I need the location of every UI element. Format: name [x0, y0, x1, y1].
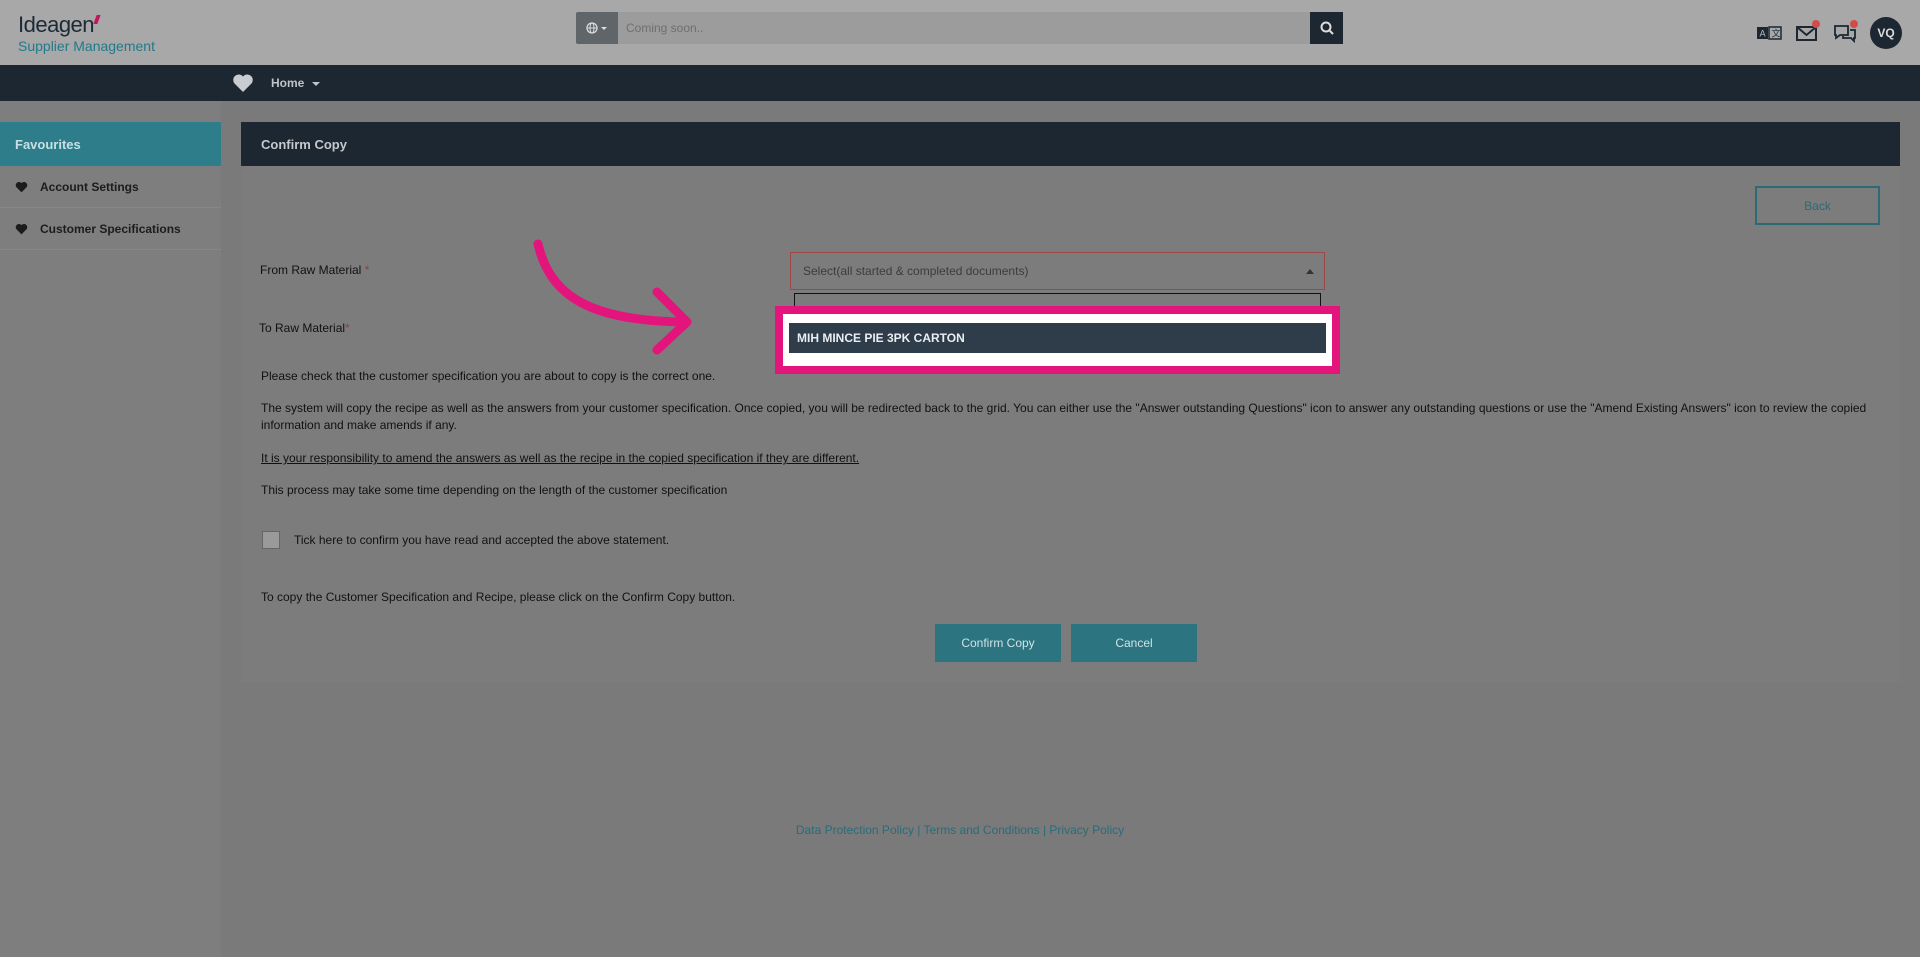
- svg-text:A: A: [1760, 30, 1767, 40]
- footer-links: Data Protection Policy | Terms and Condi…: [0, 823, 1920, 837]
- privacy-link[interactable]: Privacy Policy: [1049, 823, 1124, 837]
- translate-icon: A 文: [1757, 26, 1782, 40]
- chat-button[interactable]: [1830, 18, 1860, 48]
- globe-icon: [586, 22, 607, 34]
- confirm-copy-button[interactable]: Confirm Copy: [935, 624, 1061, 662]
- info-text-responsibility: It is your responsibility to amend the a…: [261, 451, 860, 465]
- confirm-copy-panel: Confirm Copy Back From Raw Material * Se…: [241, 122, 1900, 682]
- language-selector[interactable]: [576, 12, 618, 44]
- brand-mark-icon: [93, 15, 101, 24]
- favourites-toggle[interactable]: [232, 73, 254, 96]
- brand-name: Ideagen: [18, 12, 95, 37]
- translate-button[interactable]: A 文: [1754, 18, 1784, 48]
- dropdown-option[interactable]: MIH MINCE PIE 3PK CARTON: [789, 323, 1326, 353]
- brand-subtitle: Supplier Management: [18, 38, 155, 54]
- mail-notification-dot: [1812, 20, 1820, 28]
- panel-title: Confirm Copy: [241, 122, 1900, 166]
- footer-separator: |: [1042, 823, 1047, 837]
- search-input[interactable]: [618, 12, 1310, 44]
- sidebar-item-customer-specifications[interactable]: Customer Specifications: [0, 208, 221, 250]
- chevron-up-icon: [1306, 269, 1314, 274]
- home-label: Home: [271, 76, 305, 90]
- info-text-instruction: To copy the Customer Specification and R…: [261, 590, 736, 604]
- chat-notification-dot: [1850, 20, 1858, 28]
- sidebar-item-account-settings[interactable]: Account Settings: [0, 166, 221, 208]
- header-icons: A 文 VQ: [1746, 17, 1902, 49]
- mail-button[interactable]: [1792, 18, 1822, 48]
- from-raw-material-select[interactable]: Select(all started & completed documents…: [790, 252, 1325, 290]
- back-button[interactable]: Back: [1755, 186, 1880, 225]
- arrow-annotation-icon: [533, 239, 692, 355]
- to-raw-material-label: To Raw Material*: [259, 321, 350, 335]
- confirm-checkbox-label: Tick here to confirm you have read and a…: [294, 533, 670, 547]
- main-nav: Home: [0, 65, 1920, 101]
- from-label-text: From Raw Material: [260, 263, 362, 277]
- data-protection-link[interactable]: Data Protection Policy: [796, 823, 914, 837]
- info-text-duration: This process may take some time dependin…: [261, 483, 728, 497]
- confirm-checkbox[interactable]: [262, 531, 280, 549]
- heart-icon: [15, 223, 28, 234]
- sidebar-item-label: Account Settings: [40, 179, 139, 194]
- heart-icon: [15, 181, 28, 192]
- highlight-box: MIH MINCE PIE 3PK CARTON: [775, 306, 1340, 374]
- svg-text:文: 文: [1772, 28, 1781, 40]
- from-raw-material-label: From Raw Material *: [260, 263, 369, 277]
- heart-icon: [233, 74, 253, 92]
- avatar[interactable]: VQ: [1870, 17, 1902, 49]
- top-header: Ideagen Supplier Management A: [0, 0, 1920, 65]
- to-label-text: To Raw Material: [259, 321, 346, 335]
- info-text-copy: The system will copy the recipe as well …: [261, 401, 1867, 432]
- search-button[interactable]: [1310, 12, 1343, 44]
- terms-link[interactable]: Terms and Conditions: [924, 823, 1040, 837]
- chevron-down-icon: [311, 81, 320, 86]
- favourites-header: Favourites: [0, 122, 221, 166]
- home-menu[interactable]: Home: [271, 76, 320, 90]
- required-mark: *: [364, 263, 370, 277]
- sidebar-item-label: Customer Specifications: [40, 221, 181, 236]
- required-mark: *: [345, 321, 350, 335]
- search-icon: [1320, 21, 1334, 35]
- select-placeholder: Select(all started & completed documents…: [803, 264, 1029, 278]
- cancel-button[interactable]: Cancel: [1071, 624, 1197, 662]
- search-bar: [576, 12, 1343, 44]
- logo[interactable]: Ideagen Supplier Management: [18, 12, 155, 54]
- footer-separator: |: [917, 823, 921, 837]
